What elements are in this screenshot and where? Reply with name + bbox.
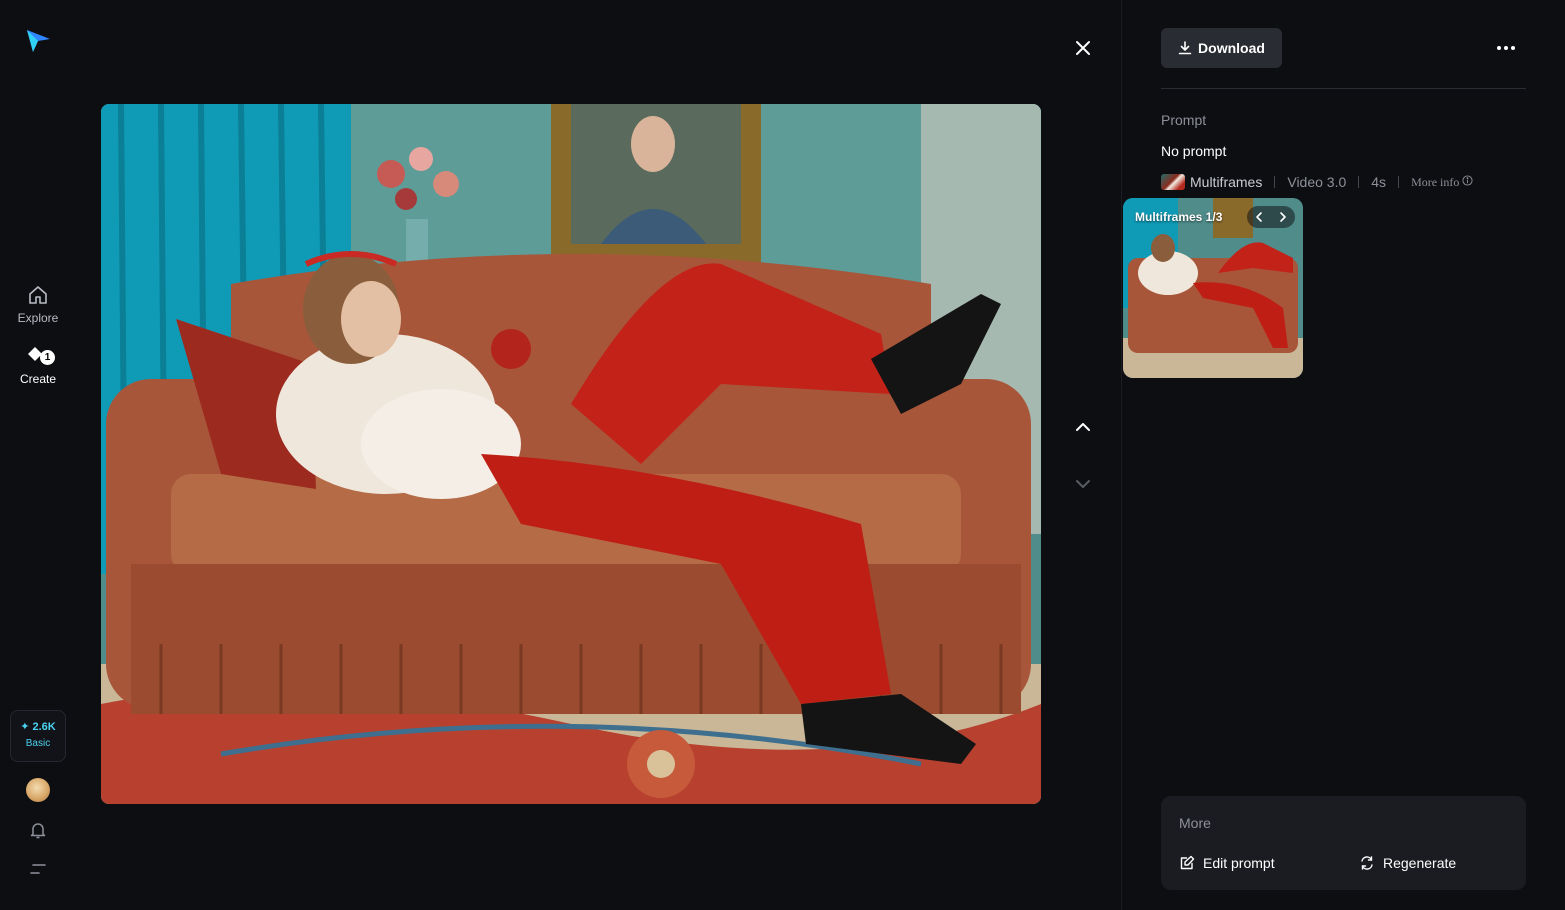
bell-icon[interactable] <box>28 820 48 840</box>
multiframes-label: Multiframes 1/3 <box>1135 210 1223 224</box>
edit-icon <box>1180 855 1195 870</box>
nav-create-label: Create <box>19 372 57 386</box>
generation-meta: Multiframes Video 3.0 4s More info <box>1161 173 1473 191</box>
create-count-badge: 1 <box>40 350 55 365</box>
credits-widget[interactable]: ✦ 2.6K Basic <box>10 710 66 762</box>
meta-separator <box>1398 176 1400 188</box>
chevron-right-icon[interactable] <box>1278 211 1288 223</box>
meta-separator <box>1274 176 1276 188</box>
more-actions-panel: More Edit prompt Regenerate <box>1161 796 1526 890</box>
regenerate-button[interactable]: Regenerate <box>1359 855 1456 871</box>
generated-media[interactable] <box>101 104 1041 804</box>
chevron-up-icon[interactable] <box>1072 416 1094 438</box>
regenerate-label: Regenerate <box>1383 855 1457 871</box>
panel-divider <box>1121 0 1122 910</box>
edit-prompt-button[interactable]: Edit prompt <box>1179 855 1275 871</box>
panel-header-divider <box>1161 88 1526 89</box>
home-icon <box>29 286 47 304</box>
multiframes-card[interactable]: Multiframes 1/3 <box>1123 198 1303 378</box>
more-horizontal-icon[interactable] <box>1494 38 1518 58</box>
chevron-down-icon[interactable] <box>1072 473 1094 495</box>
model-thumbnail <box>1161 174 1185 190</box>
menu-icon[interactable] <box>29 862 47 876</box>
download-icon <box>1178 41 1192 55</box>
nav-explore-label: Explore <box>17 311 59 325</box>
model-version: Video 3.0 <box>1287 174 1347 190</box>
media-image <box>101 104 1041 804</box>
edit-prompt-label: Edit prompt <box>1203 855 1275 871</box>
left-rail: Explore Create 1 ✦ 2.6K Basic <box>0 0 76 910</box>
prompt-text: No prompt <box>1161 143 1227 159</box>
nav-explore[interactable]: Explore <box>0 283 76 325</box>
more-title: More <box>1179 815 1211 831</box>
close-icon[interactable] <box>1071 36 1095 60</box>
more-info-label: More info <box>1411 174 1460 189</box>
credits-amount: ✦ 2.6K <box>20 721 56 733</box>
plan-label: Basic <box>25 738 51 749</box>
download-label: Download <box>1198 40 1265 56</box>
avatar[interactable] <box>26 778 50 802</box>
prompt-label: Prompt <box>1161 112 1207 128</box>
nav-create[interactable]: Create <box>0 344 76 386</box>
more-info-link[interactable]: More info <box>1411 175 1473 190</box>
frames-pager <box>1247 206 1295 228</box>
chevron-left-icon[interactable] <box>1254 211 1264 223</box>
regenerate-icon <box>1361 856 1373 870</box>
info-icon <box>1462 174 1473 186</box>
meta-separator <box>1358 176 1360 188</box>
download-button[interactable]: Download <box>1161 28 1282 68</box>
logo-icon[interactable] <box>24 26 52 54</box>
duration: 4s <box>1371 174 1387 190</box>
model-name: Multiframes <box>1190 174 1263 190</box>
